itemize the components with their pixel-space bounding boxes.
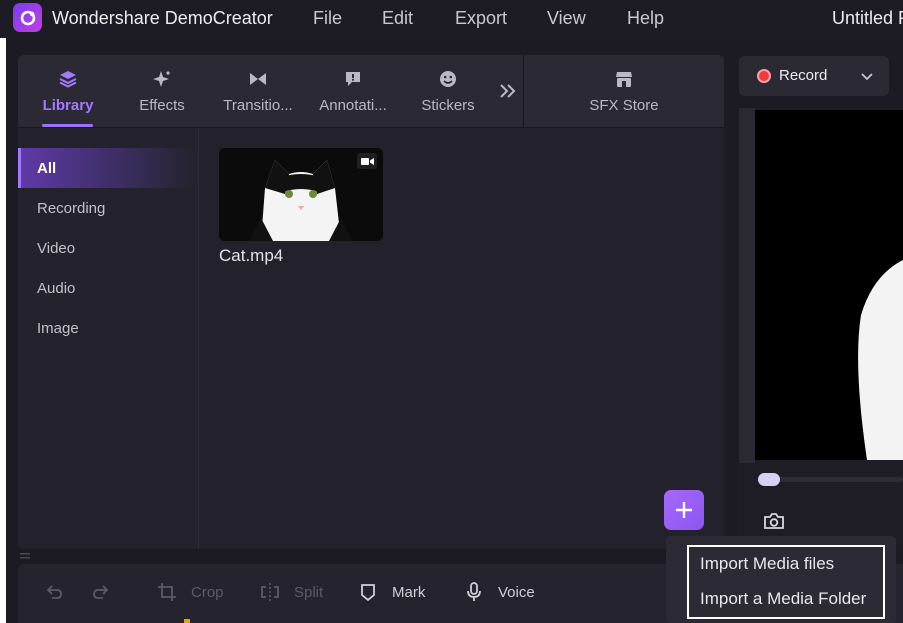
menu-file[interactable]: File bbox=[313, 8, 342, 29]
tab-divider bbox=[523, 55, 524, 128]
tab-library[interactable]: Library bbox=[40, 55, 96, 128]
split-label: Split bbox=[294, 583, 324, 601]
tab-effects[interactable]: Effects bbox=[136, 55, 188, 128]
crop-button[interactable]: Crop bbox=[157, 582, 224, 602]
timeline-marker bbox=[184, 619, 190, 623]
tab-transitions[interactable]: Transitio... bbox=[220, 55, 296, 128]
menu-view[interactable]: View bbox=[547, 8, 586, 29]
menu-export[interactable]: Export bbox=[455, 8, 507, 29]
voice-button[interactable]: Voice bbox=[464, 582, 535, 602]
smiley-icon bbox=[440, 71, 456, 87]
double-chevron-right-icon[interactable] bbox=[498, 80, 518, 102]
menu-help[interactable]: Help bbox=[627, 8, 664, 29]
media-thumbnail[interactable] bbox=[219, 148, 383, 241]
scrubber-handle[interactable] bbox=[758, 473, 780, 486]
microphone-icon bbox=[467, 582, 481, 601]
sidebar-item-image[interactable]: Image bbox=[18, 308, 194, 348]
sparkle-icon bbox=[153, 71, 170, 87]
document-title: Untitled P bbox=[832, 8, 903, 28]
app-logo-icon bbox=[13, 3, 42, 32]
background-window-edge bbox=[0, 38, 6, 623]
mark-button[interactable]: Mark bbox=[358, 582, 425, 602]
undo-icon bbox=[46, 585, 62, 599]
active-tab-indicator bbox=[42, 124, 93, 127]
menu-edit[interactable]: Edit bbox=[382, 8, 413, 29]
cat-preview-image bbox=[755, 110, 903, 460]
camera-snapshot-icon[interactable] bbox=[763, 511, 785, 531]
voice-label: Voice bbox=[498, 583, 535, 601]
tab-stickers-label: Stickers bbox=[421, 97, 475, 114]
sidebar-item-video[interactable]: Video bbox=[18, 228, 194, 268]
tab-stickers[interactable]: Stickers bbox=[420, 55, 476, 128]
record-dot-icon bbox=[757, 69, 771, 83]
layers-icon bbox=[59, 71, 77, 88]
chevron-down-icon[interactable] bbox=[860, 69, 874, 83]
import-media-files-item[interactable]: Import Media files bbox=[700, 554, 834, 574]
media-filename: Cat.mp4 bbox=[219, 246, 284, 265]
grip-icon bbox=[20, 553, 30, 559]
title-bar: Wondershare DemoCreator File Edit Export… bbox=[0, 0, 903, 38]
redo-button[interactable] bbox=[91, 582, 125, 602]
preview-frame-edge bbox=[739, 108, 755, 463]
sidebar-item-all[interactable]: All bbox=[18, 148, 194, 188]
playback-scrubber[interactable] bbox=[760, 477, 903, 482]
undo-button[interactable] bbox=[44, 582, 78, 602]
tab-annotations[interactable]: Annotati... bbox=[316, 55, 390, 128]
tab-annotations-label: Annotati... bbox=[319, 97, 387, 114]
store-icon bbox=[616, 72, 632, 87]
bowtie-icon bbox=[250, 73, 266, 85]
split-icon bbox=[261, 583, 279, 601]
record-button[interactable]: Record bbox=[739, 56, 889, 96]
video-camera-icon bbox=[357, 153, 377, 169]
import-media-folder-item[interactable]: Import a Media Folder bbox=[700, 589, 866, 609]
preview-video[interactable] bbox=[755, 110, 903, 460]
crop-icon bbox=[158, 583, 176, 601]
panel-resize-handle[interactable] bbox=[18, 549, 724, 564]
app-title: Wondershare DemoCreator bbox=[52, 8, 273, 28]
sidebar-item-recording[interactable]: Recording bbox=[18, 188, 194, 228]
library-sidebar: All Recording Video Audio Image bbox=[18, 128, 199, 549]
tab-sfx-store-label: SFX Store bbox=[589, 97, 659, 114]
speech-bubble-icon bbox=[346, 72, 360, 86]
add-media-button[interactable] bbox=[664, 490, 704, 530]
tab-library-label: Library bbox=[42, 97, 94, 114]
crop-label: Crop bbox=[191, 583, 224, 601]
shield-marker-icon bbox=[361, 584, 375, 602]
split-button[interactable]: Split bbox=[260, 582, 323, 602]
library-tab-bar: Library Effects Transitio... Annotati...… bbox=[18, 55, 724, 128]
tab-transitions-label: Transitio... bbox=[223, 97, 293, 114]
mark-label: Mark bbox=[392, 583, 426, 601]
tab-effects-label: Effects bbox=[139, 97, 185, 114]
record-label: Record bbox=[779, 67, 828, 84]
library-panel: Library Effects Transitio... Annotati...… bbox=[18, 55, 724, 549]
plus-icon bbox=[676, 502, 692, 518]
tab-sfx-store[interactable]: SFX Store bbox=[588, 55, 660, 128]
redo-icon bbox=[93, 585, 109, 599]
sidebar-item-audio[interactable]: Audio bbox=[18, 268, 194, 308]
